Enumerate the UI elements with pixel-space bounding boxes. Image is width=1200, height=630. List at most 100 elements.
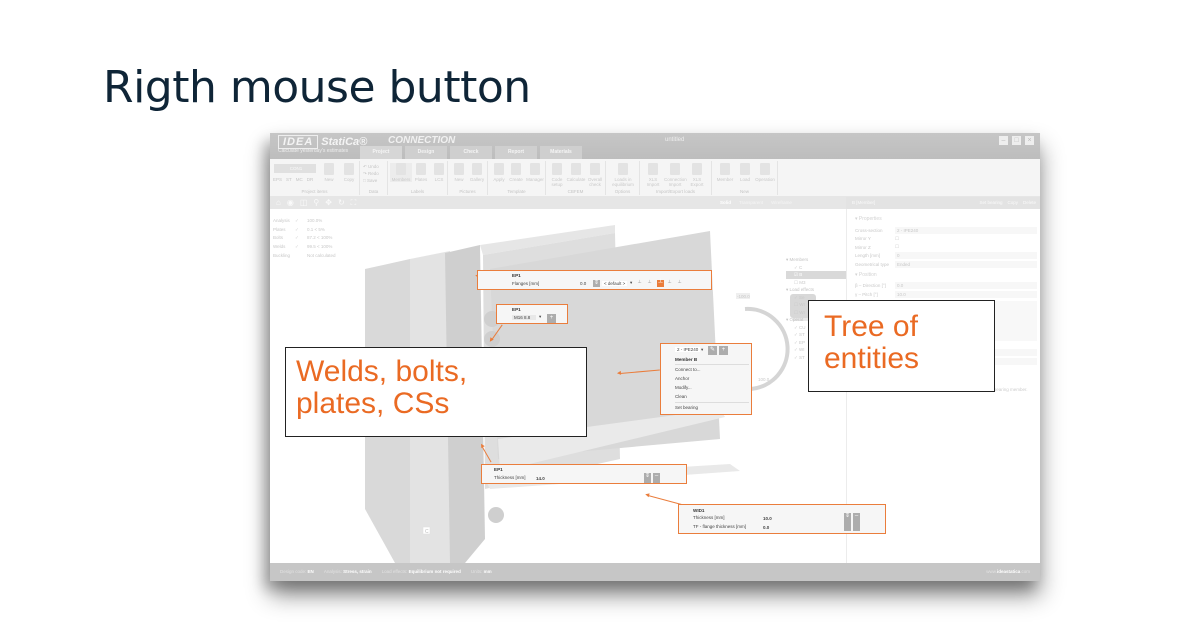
fit-icon[interactable]: ⛶: [351, 198, 357, 208]
project-item-select[interactable]: CON1: [274, 164, 316, 173]
maximize-icon[interactable]: □: [1012, 136, 1021, 145]
tree-item-member[interactable]: ☐ M3: [786, 279, 852, 287]
loads-equilibrium-button[interactable]: Loads in equilibrium: [612, 163, 634, 187]
menu-item-connect-to[interactable]: Connect to...: [675, 367, 701, 372]
tab-design[interactable]: Design: [405, 146, 447, 159]
set-bearing-action[interactable]: Set bearing: [979, 200, 1002, 205]
undo-button[interactable]: ↶ Undo: [363, 163, 379, 170]
tab-report[interactable]: Report: [495, 146, 537, 159]
delete-action[interactable]: Delete: [1023, 200, 1036, 205]
spin-icon[interactable]: ⇕: [844, 513, 851, 531]
cross-section-select[interactable]: 2 - IPE240: [675, 347, 701, 352]
tree-item-label: M3: [799, 279, 806, 285]
tab-project[interactable]: Project: [360, 146, 402, 159]
xls-import-button[interactable]: XLS Import: [642, 163, 664, 187]
xls-export-button[interactable]: XLS Export: [686, 163, 708, 187]
eye-icon[interactable]: ◉: [287, 198, 294, 208]
label-mc[interactable]: MC: [296, 177, 303, 182]
label-dr[interactable]: DR: [307, 177, 314, 182]
view-solid[interactable]: Solid: [720, 200, 731, 205]
label-eps[interactable]: EPS: [273, 177, 282, 182]
pitch-input[interactable]: 10.0: [895, 290, 1037, 298]
group-label: Project items: [301, 189, 328, 194]
tree-category-load-effects[interactable]: ▾ Load effects: [786, 286, 852, 294]
direction-input[interactable]: 0.0: [895, 282, 1037, 290]
overall-check-button[interactable]: Overall check: [584, 163, 606, 187]
status-value: mm: [483, 569, 492, 574]
label-st[interactable]: ST: [286, 177, 292, 182]
add-icon[interactable]: +: [547, 314, 556, 323]
weld-type-select[interactable]: < default >: [602, 281, 628, 286]
remove-icon[interactable]: –: [853, 513, 860, 531]
tree-item-member[interactable]: ✓ C: [786, 264, 852, 272]
members-label-button[interactable]: Members: [390, 163, 412, 182]
lcs-label-button[interactable]: LCS: [428, 163, 450, 182]
weld-position-icon[interactable]: ┴: [668, 280, 671, 285]
chevron-down-icon[interactable]: ▾: [701, 347, 703, 353]
spin-icon[interactable]: ⇕: [644, 473, 651, 483]
new-member-button[interactable]: Member: [714, 163, 736, 182]
new-load-button[interactable]: Load: [734, 163, 756, 182]
remove-icon[interactable]: –: [653, 473, 660, 483]
redo-button[interactable]: ↷ Redo: [363, 170, 379, 177]
main-tabs: Project Design Check Report Materials: [360, 146, 582, 159]
copy-item-button[interactable]: Copy: [338, 163, 360, 182]
rotate-icon[interactable]: ↻: [338, 198, 345, 208]
prop-label: γ – Pitch [°]: [855, 291, 878, 297]
menu-item-modify[interactable]: Modify...: [675, 385, 692, 390]
pan-icon[interactable]: ✥: [325, 198, 332, 208]
view-transparent[interactable]: Transparent: [739, 200, 763, 205]
chevron-down-icon[interactable]: ▾: [630, 280, 632, 286]
copy-action[interactable]: Copy: [1007, 200, 1018, 205]
weld-position-icon[interactable]: ┴: [678, 280, 681, 285]
position-section[interactable]: ▾ Position: [855, 272, 1037, 278]
new-operation-button[interactable]: Operation: [754, 163, 776, 182]
connection-import-button[interactable]: Connection Import: [664, 163, 687, 187]
gallery-button[interactable]: Gallery: [466, 163, 488, 182]
website-link[interactable]: www.ideastatica.com: [986, 569, 1030, 574]
weld-position-icon[interactable]: ┴: [638, 280, 641, 285]
thickness-value[interactable]: 14.0: [536, 476, 545, 481]
tab-check[interactable]: Check: [450, 146, 492, 159]
flanges-value[interactable]: 0.0: [580, 281, 586, 286]
view-wireframe[interactable]: Wireframe: [771, 200, 792, 205]
tree-item-label: ST: [799, 354, 805, 360]
new-item-button[interactable]: New: [318, 163, 340, 182]
weld-thickness-value[interactable]: 10.0: [763, 516, 772, 521]
menu-item-anchor[interactable]: Anchor: [675, 376, 689, 381]
ribbon-group-project-items: CON1 EPS ST MC DR New Copy Project items: [270, 161, 360, 195]
weld-position-active-icon[interactable]: ┴: [657, 280, 664, 287]
menu-item-set-bearing[interactable]: Set bearing: [675, 405, 698, 410]
tab-materials[interactable]: Materials: [540, 146, 582, 159]
zoom-icon[interactable]: ⚲: [313, 198, 319, 208]
tree-category-members[interactable]: ▾ Members: [786, 256, 852, 264]
bolt-grade-select[interactable]: M16 8.8: [512, 315, 536, 320]
flange-thickness-value[interactable]: 0.0: [763, 525, 769, 530]
edit-icon[interactable]: ✎: [708, 346, 717, 355]
lcs-icon: [434, 163, 444, 175]
geom-type-select[interactable]: Ended: [895, 260, 1037, 268]
chevron-down-icon[interactable]: ▾: [539, 314, 541, 320]
mirror-y-checkbox[interactable]: ☐: [895, 236, 899, 242]
home-icon[interactable]: ⌂: [276, 198, 281, 208]
properties-section[interactable]: ▾ Properties: [855, 216, 1037, 222]
prop-label: Mirror Z: [855, 244, 871, 250]
save-button[interactable]: □ Save: [363, 177, 379, 184]
lcs-text: LCS: [434, 177, 444, 182]
minimize-icon[interactable]: –: [999, 136, 1008, 145]
logo-mark: IDEA: [278, 135, 319, 149]
menu-item-clean[interactable]: Clean: [675, 394, 687, 399]
mirror-z-checkbox[interactable]: ☐: [895, 244, 899, 250]
properties-header: B [Member] Set bearing Copy Delete: [846, 197, 1040, 209]
add-icon[interactable]: +: [719, 346, 728, 355]
spin-icon[interactable]: ⇕: [593, 280, 600, 287]
tree-item-member-selected[interactable]: ☑ B: [786, 271, 852, 279]
operation-text: Operation: [755, 177, 775, 182]
zoom-window-icon[interactable]: ◫: [300, 198, 308, 208]
close-icon[interactable]: ×: [1025, 136, 1034, 145]
template-manager-button[interactable]: Manager: [524, 163, 546, 182]
weld-position-icon[interactable]: ┴: [648, 280, 651, 285]
cross-section-select[interactable]: 2 - IPE240: [895, 226, 1037, 234]
overall-check-text: Overall check: [587, 177, 603, 187]
length-input[interactable]: 0: [895, 252, 1037, 260]
